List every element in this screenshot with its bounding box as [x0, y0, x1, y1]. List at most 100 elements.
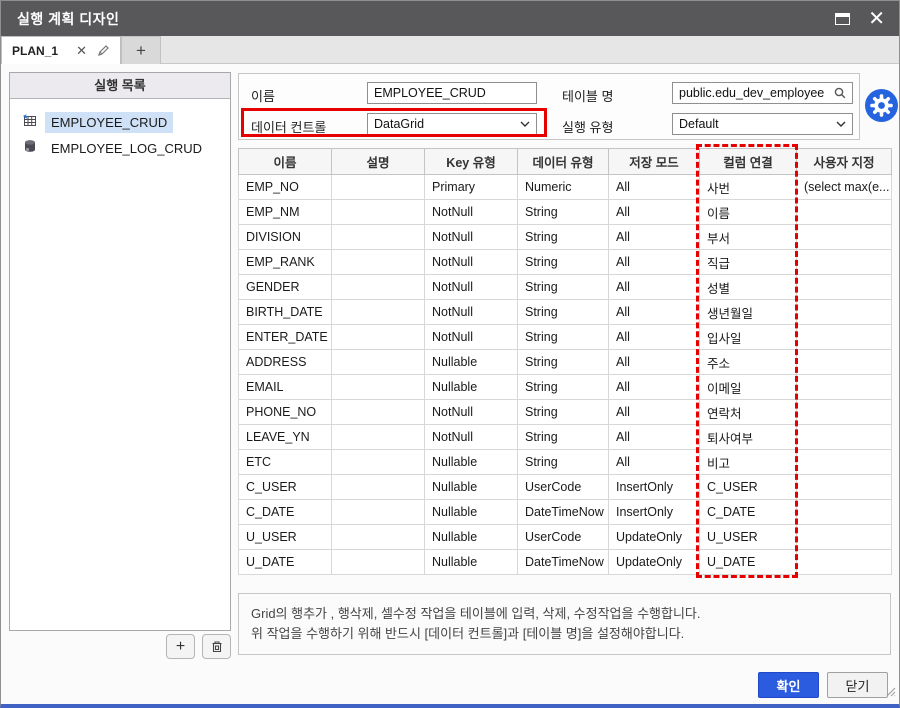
table-cell[interactable]: String [518, 350, 609, 375]
table-cell[interactable]: String [518, 300, 609, 325]
tab-rename-pencil-icon[interactable] [97, 44, 110, 57]
name-input[interactable] [367, 82, 537, 104]
table-cell[interactable]: UpdateOnly [609, 550, 700, 575]
table-cell[interactable]: PHONE_NO [239, 400, 332, 425]
settings-gear-button[interactable] [865, 89, 898, 122]
table-cell[interactable] [797, 200, 892, 225]
table-cell[interactable]: InsertOnly [609, 475, 700, 500]
table-cell[interactable] [797, 375, 892, 400]
table-cell[interactable]: (select max(e... [797, 175, 892, 200]
table-cell[interactable]: String [518, 375, 609, 400]
table-cell[interactable]: All [609, 250, 700, 275]
table-row[interactable]: U_DATENullableDateTimeNowUpdateOnlyU_DAT… [239, 550, 892, 575]
table-cell[interactable]: All [609, 350, 700, 375]
table-cell[interactable] [332, 475, 425, 500]
table-cell[interactable]: EMP_RANK [239, 250, 332, 275]
table-cell[interactable]: All [609, 400, 700, 425]
table-cell[interactable]: NotNull [425, 200, 518, 225]
table-cell[interactable]: All [609, 300, 700, 325]
table-row[interactable]: EMP_NOPrimaryNumericAll사번(select max(e..… [239, 175, 892, 200]
resize-grip-icon[interactable] [886, 684, 896, 702]
tree-item-employee-crud[interactable]: EMPLOYEE_CRUD [10, 109, 230, 135]
table-cell[interactable]: String [518, 325, 609, 350]
table-cell[interactable]: U_DATE [239, 550, 332, 575]
table-row[interactable]: GENDERNotNullStringAll성별 [239, 275, 892, 300]
table-cell[interactable]: EMAIL [239, 375, 332, 400]
table-cell[interactable]: String [518, 400, 609, 425]
table-cell[interactable] [332, 225, 425, 250]
delete-plan-item-button[interactable] [202, 634, 231, 659]
table-cell[interactable] [797, 425, 892, 450]
table-cell[interactable]: String [518, 250, 609, 275]
table-cell[interactable]: NotNull [425, 400, 518, 425]
table-cell[interactable]: Primary [425, 175, 518, 200]
table-row[interactable]: ETCNullableStringAll비고 [239, 450, 892, 475]
table-cell[interactable]: Nullable [425, 450, 518, 475]
table-row[interactable]: C_DATENullableDateTimeNowInsertOnlyC_DAT… [239, 500, 892, 525]
table-cell[interactable]: ENTER_DATE [239, 325, 332, 350]
table-row[interactable]: C_USERNullableUserCodeInsertOnlyC_USER [239, 475, 892, 500]
table-cell[interactable]: EMP_NO [239, 175, 332, 200]
table-cell[interactable]: NotNull [425, 300, 518, 325]
table-cell[interactable] [332, 250, 425, 275]
table-cell[interactable] [332, 375, 425, 400]
table-cell[interactable]: String [518, 275, 609, 300]
table-cell[interactable]: EMP_NM [239, 200, 332, 225]
table-cell[interactable]: NotNull [425, 275, 518, 300]
table-cell[interactable]: GENDER [239, 275, 332, 300]
table-cell[interactable]: String [518, 425, 609, 450]
table-cell[interactable] [332, 200, 425, 225]
table-cell[interactable] [797, 400, 892, 425]
table-cell[interactable]: 연락처 [700, 400, 797, 425]
table-cell[interactable]: All [609, 200, 700, 225]
table-cell[interactable] [797, 500, 892, 525]
table-cell[interactable]: Nullable [425, 375, 518, 400]
table-cell[interactable]: C_USER [700, 475, 797, 500]
table-cell[interactable]: U_USER [239, 525, 332, 550]
search-icon[interactable] [833, 86, 847, 105]
table-row[interactable]: ADDRESSNullableStringAll주소 [239, 350, 892, 375]
close-button[interactable]: 닫기 [827, 672, 888, 698]
table-cell[interactable] [332, 275, 425, 300]
table-cell[interactable]: InsertOnly [609, 500, 700, 525]
table-cell[interactable]: UpdateOnly [609, 525, 700, 550]
table-cell[interactable]: Nullable [425, 500, 518, 525]
table-cell[interactable]: String [518, 200, 609, 225]
table-cell[interactable] [797, 325, 892, 350]
table-cell[interactable] [797, 350, 892, 375]
restore-window-icon[interactable] [835, 13, 850, 25]
table-row[interactable]: BIRTH_DATENotNullStringAll생년월일 [239, 300, 892, 325]
table-cell[interactable]: Nullable [425, 550, 518, 575]
table-cell[interactable]: All [609, 325, 700, 350]
table-cell[interactable]: UserCode [518, 475, 609, 500]
table-cell[interactable] [797, 225, 892, 250]
table-cell[interactable]: C_USER [239, 475, 332, 500]
table-cell[interactable]: U_DATE [700, 550, 797, 575]
table-cell[interactable]: 비고 [700, 450, 797, 475]
exec-type-select[interactable]: Default [672, 113, 853, 135]
table-cell[interactable] [332, 500, 425, 525]
table-cell[interactable]: 주소 [700, 350, 797, 375]
table-row[interactable]: EMP_RANKNotNullStringAll직급 [239, 250, 892, 275]
table-row[interactable]: ENTER_DATENotNullStringAll입사일 [239, 325, 892, 350]
table-row[interactable]: DIVISIONNotNullStringAll부서 [239, 225, 892, 250]
table-cell[interactable]: Nullable [425, 350, 518, 375]
table-cell[interactable]: BIRTH_DATE [239, 300, 332, 325]
tab-plan-1[interactable]: PLAN_1 ✕ [1, 36, 121, 64]
table-name-input[interactable] [672, 82, 853, 104]
add-tab-button[interactable]: + [121, 36, 161, 64]
table-cell[interactable]: All [609, 450, 700, 475]
table-cell[interactable] [797, 550, 892, 575]
table-cell[interactable]: U_USER [700, 525, 797, 550]
table-cell[interactable]: Nullable [425, 525, 518, 550]
table-cell[interactable]: All [609, 375, 700, 400]
table-cell[interactable]: DateTimeNow [518, 500, 609, 525]
table-cell[interactable]: 이름 [700, 200, 797, 225]
table-cell[interactable] [797, 450, 892, 475]
table-cell[interactable]: All [609, 175, 700, 200]
table-cell[interactable] [332, 350, 425, 375]
table-cell[interactable]: All [609, 225, 700, 250]
table-cell[interactable] [332, 550, 425, 575]
table-cell[interactable]: String [518, 225, 609, 250]
table-cell[interactable]: String [518, 450, 609, 475]
